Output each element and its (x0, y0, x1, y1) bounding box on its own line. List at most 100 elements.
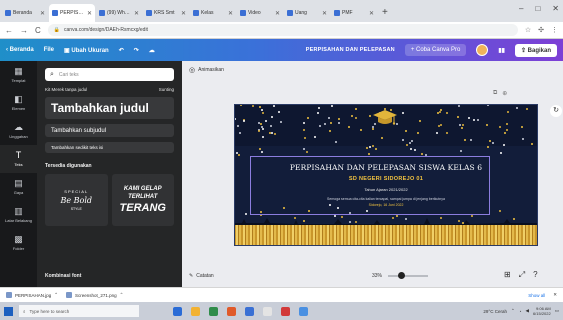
sidebar-item-unggahan[interactable]: ☁ Unggahan (0, 117, 37, 145)
help-icon[interactable]: ? (533, 270, 537, 280)
home-label: Beranda (9, 47, 34, 53)
taskbar-app-icon[interactable] (245, 306, 254, 316)
close-tab-icon[interactable]: ✕ (87, 10, 92, 17)
taskbar-app-icon[interactable] (191, 306, 200, 316)
close-tab-icon[interactable]: ✕ (228, 10, 233, 17)
browser-tab-strip: Beranda✕PERPISAHAN✕(99) WhatsApp✕KRS Smt… (0, 0, 563, 22)
home-button[interactable]: ‹ Beranda (6, 47, 34, 53)
notification-icon[interactable]: ▭ (555, 308, 559, 314)
browser-tab[interactable]: PERPISAHAN✕ (49, 4, 95, 22)
sidebar-item-label: Elemen (11, 106, 26, 111)
taskbar-app-icon[interactable] (299, 306, 308, 316)
combo-text: KAMI GELAP (123, 186, 162, 192)
font-combo-card[interactable]: KAMI GELAP TERLIHAT TERANG (111, 174, 174, 226)
stats-icon[interactable]: ▮▮ (498, 47, 505, 54)
download-item[interactable]: Screenshot_271.png ⌃ (66, 292, 123, 298)
browser-tab[interactable]: Video ✕ (237, 4, 283, 22)
sidebar-item-label: Unggahan (9, 134, 28, 139)
close-tab-icon[interactable]: ✕ (40, 10, 45, 17)
edit-link[interactable]: Sunting (159, 87, 174, 92)
taskbar-app-icon[interactable] (281, 306, 290, 316)
clock[interactable]: 9:06 AM 6/15/2022 (533, 306, 551, 316)
weather-text[interactable]: 29°C Cerah (483, 309, 507, 314)
minimize-icon[interactable]: – (519, 4, 523, 13)
zoom-control: 33% (372, 272, 429, 279)
show-all-downloads-button[interactable]: Show all (528, 293, 545, 298)
notes-button[interactable]: ✎ Catatan (189, 273, 214, 279)
browser-tab[interactable]: KRS Smt ✕ (143, 4, 189, 22)
taskbar-app-icon[interactable] (227, 306, 236, 316)
chevron-up-icon[interactable]: ⌃ (54, 292, 58, 298)
taskbar-app-icon[interactable] (263, 306, 272, 316)
sidebar-item-gaya[interactable]: ▤ Gaya (0, 173, 37, 201)
network-icon[interactable]: ◔ (519, 309, 522, 314)
close-tab-icon[interactable]: ✕ (369, 10, 374, 17)
close-tab-icon[interactable]: ✕ (322, 10, 327, 17)
browser-tab[interactable]: PMF ✕ (331, 4, 377, 22)
design-canvas[interactable]: PERPISAHAN DAN PELEPASAN SISWA KELAS 6 S… (234, 104, 538, 246)
sidebar-item-elemen[interactable]: ◧ Elemen (0, 89, 37, 117)
zoom-percent[interactable]: 33% (372, 273, 382, 279)
sidebar-item-latar-belakang[interactable]: ▥ Latar Belakang (0, 201, 37, 229)
browser-tab[interactable]: Beranda ✕ (2, 4, 48, 22)
windows-start-icon[interactable] (4, 306, 13, 316)
close-tab-icon[interactable]: ✕ (275, 10, 280, 17)
resize-label: Ubah Ukuran (71, 47, 109, 54)
menu-dots-icon[interactable]: ⋮ (551, 26, 558, 34)
font-combo-card[interactable]: SPECIAL Be Bold STYLE (45, 174, 108, 226)
duplicate-page-icon[interactable]: ⧉ (493, 90, 497, 97)
browser-tab[interactable]: Uang ✕ (284, 4, 330, 22)
browser-tab[interactable]: Kelas ✕ (190, 4, 236, 22)
maximize-icon[interactable]: □ (535, 4, 540, 13)
combo-text: TERANG (119, 202, 166, 214)
forward-arrow-icon[interactable]: → (20, 26, 28, 35)
upgrade-button[interactable]: + Coba Canva Pro (404, 44, 467, 56)
sidebar-item-teks[interactable]: T Teks (0, 145, 37, 173)
add-page-icon[interactable]: ⊕ (502, 90, 507, 97)
close-tab-icon[interactable]: ✕ (181, 10, 186, 17)
document-title[interactable]: PERPISAHAN DAN PELEPASAN (306, 47, 395, 53)
redo-icon[interactable]: ↷ (134, 47, 139, 54)
chevron-up-icon[interactable]: ⌃ (511, 308, 515, 314)
add-subheading-button[interactable]: Tambahkan subjudul (45, 124, 174, 137)
add-heading-button[interactable]: Tambahkan judul (45, 97, 174, 119)
folder-icon: ▩ (14, 234, 23, 244)
close-icon[interactable]: ✕ (552, 4, 559, 13)
extensions-icon[interactable]: ✣ (538, 26, 544, 34)
close-tab-icon[interactable]: ✕ (134, 10, 139, 17)
combo-text: SPECIAL (64, 189, 89, 194)
zoom-slider[interactable] (388, 272, 429, 279)
animate-button[interactable]: ◎ Animasikan (189, 66, 224, 74)
avatar[interactable] (476, 44, 489, 56)
sidebar-item-folder[interactable]: ▩ Folder (0, 229, 37, 257)
sidebar-item-templat[interactable]: ▦ Templat (0, 61, 37, 89)
page-count-icon[interactable]: ⊞ (504, 270, 511, 280)
favicon-icon (52, 10, 58, 16)
refresh-icon[interactable]: ↻ (550, 105, 562, 117)
download-item[interactable]: PERPISAHAN.jpg ⌃ (6, 292, 58, 298)
animate-label: Animasikan (198, 67, 224, 73)
favicon-icon (287, 10, 293, 16)
volume-icon[interactable]: ◀ (525, 308, 528, 314)
undo-icon[interactable]: ↶ (119, 47, 124, 54)
file-menu[interactable]: File (44, 47, 54, 53)
resize-button[interactable]: ▣ Ubah Ukuran (64, 47, 109, 54)
new-tab-button[interactable]: + (378, 4, 392, 22)
clock-date: 6/15/2022 (532, 311, 551, 316)
share-button[interactable]: ⇪ Bagikan (514, 43, 557, 57)
fullscreen-icon[interactable]: ⤢ (519, 270, 525, 280)
chevron-up-icon[interactable]: ⌃ (120, 292, 124, 298)
close-icon[interactable]: ✕ (553, 292, 557, 298)
url-field[interactable]: 🔒 canva.com/design/DAEh-Rsmcxg/edit (47, 24, 518, 36)
taskbar-search-input[interactable]: ⌕ Type here to search (19, 305, 139, 317)
star-icon[interactable]: ☆ (525, 26, 531, 34)
downloads-bar: PERPISAHAN.jpg ⌃ Screenshot_271.png ⌃ Sh… (0, 287, 563, 302)
reload-icon[interactable]: C (35, 26, 41, 35)
add-body-text-button[interactable]: Tambahkan sedikit teks isi (45, 142, 174, 153)
back-arrow-icon[interactable]: ← (5, 26, 13, 35)
taskbar-app-icon[interactable] (173, 306, 182, 316)
taskbar-app-icon[interactable] (209, 306, 218, 316)
zoom-slider-knob[interactable] (397, 272, 405, 279)
browser-tab[interactable]: (99) WhatsApp✕ (96, 4, 142, 22)
search-input[interactable]: ⌕ Cari teks (45, 68, 174, 81)
